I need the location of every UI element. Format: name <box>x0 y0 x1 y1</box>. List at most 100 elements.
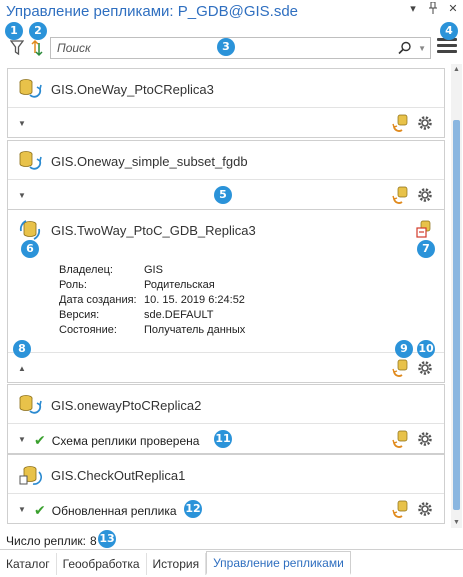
tab-geoprocessing[interactable]: Геообработка <box>57 552 147 575</box>
synchronize-icon[interactable] <box>392 430 410 451</box>
replica-actions <box>392 359 434 380</box>
callout-badge-6: 6 <box>21 240 39 258</box>
detail-value-owner: GIS <box>144 264 163 276</box>
collapse-caret-icon[interactable]: ▲ <box>18 364 26 373</box>
replica-status-icon <box>416 220 432 241</box>
replica-actions <box>392 430 434 451</box>
replica-list: GIS.OneWay_PtoCReplica3 ▼ GIS.Oneway_sim… <box>0 64 451 528</box>
replica-actions <box>392 114 434 135</box>
chevron-down-icon[interactable]: ▾ <box>407 2 419 17</box>
replica-card-expanded: GIS.TwoWay_PtoC_GDB_Replica3 6 7 Владеле… <box>7 209 445 383</box>
callout-badge-3: 3 <box>217 38 235 56</box>
callout-badge-5: 5 <box>214 186 232 204</box>
gear-icon[interactable] <box>416 430 434 451</box>
gear-icon[interactable] <box>416 500 434 521</box>
replica-status-text: Обновленная реплика <box>51 503 177 518</box>
replica-count-label: Число реплик: <box>6 534 86 548</box>
expand-caret-icon[interactable]: ▼ <box>18 435 26 444</box>
replica-card-footer: ▲ <box>8 352 444 382</box>
checkmark-icon: ✔ <box>34 432 46 448</box>
scroll-up-icon[interactable]: ▲ <box>453 66 460 73</box>
close-icon[interactable]: ✕ <box>447 2 459 17</box>
callout-badge-7: 7 <box>417 240 435 258</box>
gear-icon[interactable] <box>416 114 434 135</box>
callout-badge-8: 8 <box>13 340 31 358</box>
detail-label-created: Дата создания: <box>59 294 137 306</box>
replica-name: GIS.TwoWay_PtoC_GDB_Replica3 <box>51 223 256 238</box>
tab-manage-replicas[interactable]: Управление репликами <box>206 550 351 575</box>
filter-icon[interactable] <box>9 40 25 59</box>
gear-icon[interactable] <box>416 359 434 380</box>
callout-badge-9: 9 <box>395 340 413 358</box>
detail-label-version: Версия: <box>59 309 100 321</box>
replica-card: GIS.onewayPtoCReplica2 ▼ ✔ Схема реплики… <box>7 384 445 454</box>
synchronize-icon[interactable] <box>392 500 410 521</box>
callout-badge-11: 11 <box>214 430 232 448</box>
detail-value-created: 10. 15. 2019 6:24:52 <box>144 294 245 306</box>
detail-label-state: Состояние: <box>59 324 117 336</box>
replica-card-header[interactable]: GIS.TwoWay_PtoC_GDB_Replica3 <box>8 210 444 248</box>
synchronize-icon[interactable] <box>392 359 410 380</box>
detail-label-role: Роль: <box>59 279 87 291</box>
one-way-replica-icon <box>18 77 42 104</box>
callout-badge-1: 1 <box>5 22 23 40</box>
tab-catalog[interactable]: Каталог <box>0 552 57 575</box>
replica-details: Владелец: GIS Роль: Родительская Дата со… <box>8 248 444 352</box>
detail-value-role: Родительская <box>144 279 215 291</box>
pane-controls: ▾ ✕ <box>407 1 459 17</box>
pane-title-bar: Управление репликами: P_GDB@GIS.sde ▾ ✕ <box>0 0 463 22</box>
pane-tabs: Каталог Геообработка История Управление … <box>0 549 463 577</box>
search-box[interactable]: ▼ <box>50 37 431 59</box>
replica-actions <box>392 500 434 521</box>
scroll-down-icon[interactable]: ▼ <box>453 519 460 526</box>
one-way-replica-icon <box>18 393 42 420</box>
replica-name: GIS.onewayPtoCReplica2 <box>51 398 202 413</box>
search-icon[interactable] <box>398 41 412 58</box>
detail-value-version: sde.DEFAULT <box>144 309 214 321</box>
expand-caret-icon[interactable]: ▼ <box>18 505 26 514</box>
replica-count-value: 8 <box>89 534 97 548</box>
replica-card: GIS.Oneway_simple_subset_fgdb ▼ 5 <box>7 140 445 210</box>
hamburger-menu-icon[interactable] <box>437 38 457 56</box>
callout-badge-13: 13 <box>98 530 116 548</box>
replica-name: GIS.OneWay_PtoCReplica3 <box>51 82 214 97</box>
detail-value-state: Получатель данных <box>144 324 246 336</box>
pane-title: Управление репликами: P_GDB@GIS.sde <box>6 3 299 20</box>
gear-icon[interactable] <box>416 186 434 207</box>
replica-count: Число реплик: 8 <box>6 534 97 548</box>
callout-badge-12: 12 <box>184 500 202 518</box>
replica-status: ✔ Схема реплики проверена <box>34 432 199 449</box>
replica-card-header[interactable]: GIS.Oneway_simple_subset_fgdb <box>8 141 444 179</box>
replica-actions <box>392 186 434 207</box>
replica-card: GIS.OneWay_PtoCReplica3 ▼ <box>7 68 445 138</box>
expand-caret-icon[interactable]: ▼ <box>18 191 26 200</box>
callout-badge-2: 2 <box>29 22 47 40</box>
callout-badge-10: 10 <box>417 340 435 358</box>
synchronize-icon[interactable] <box>392 186 410 207</box>
callout-badge-4: 4 <box>440 22 458 40</box>
replica-card-header[interactable]: GIS.CheckOutReplica1 <box>8 455 444 493</box>
replica-card-footer: ▼ <box>8 107 444 137</box>
synchronize-icon[interactable] <box>392 114 410 135</box>
replica-status-text: Схема реплики проверена <box>51 433 200 448</box>
search-dropdown-icon[interactable]: ▼ <box>418 44 426 53</box>
expand-caret-icon[interactable]: ▼ <box>18 119 26 128</box>
vertical-scrollbar[interactable]: ▲ ▼ <box>451 64 462 528</box>
replica-card: GIS.CheckOutReplica1 ▼ ✔ Обновленная реп… <box>7 454 445 524</box>
detail-label-owner: Владелец: <box>59 264 113 276</box>
replica-name: GIS.CheckOutReplica1 <box>51 468 186 483</box>
scrollbar-thumb[interactable] <box>453 120 460 510</box>
checkout-replica-icon <box>18 463 43 490</box>
one-way-replica-icon <box>18 149 42 176</box>
tab-history[interactable]: История <box>147 552 207 575</box>
pin-icon[interactable] <box>427 1 439 17</box>
checkmark-icon: ✔ <box>34 502 46 518</box>
replica-card-footer: ▼ ✔ Схема реплики проверена 11 <box>8 423 444 453</box>
replica-card-footer: ▼ 5 <box>8 179 444 209</box>
replica-card-header[interactable]: GIS.onewayPtoCReplica2 <box>8 385 444 423</box>
replica-status: ✔ Обновленная реплика <box>34 502 177 519</box>
replica-name: GIS.Oneway_simple_subset_fgdb <box>51 154 248 169</box>
replica-card-footer: ▼ ✔ Обновленная реплика 12 <box>8 493 444 523</box>
replica-card-header[interactable]: GIS.OneWay_PtoCReplica3 <box>8 69 444 107</box>
sort-icon[interactable] <box>31 39 43 60</box>
